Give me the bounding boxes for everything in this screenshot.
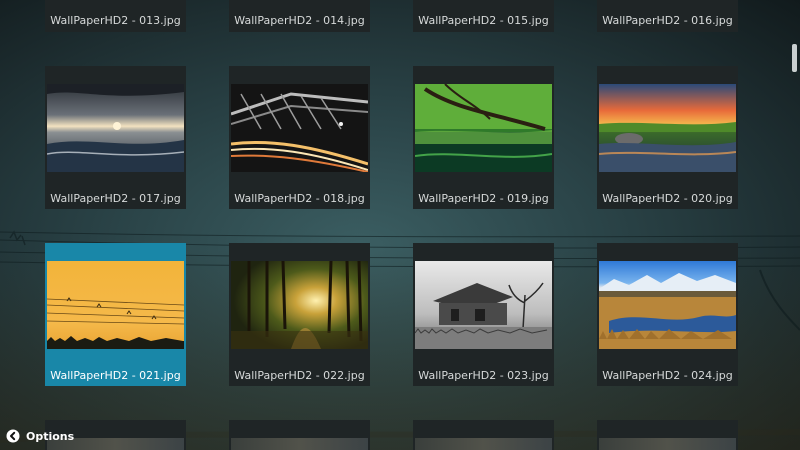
thumbnail-tile-022[interactable]: WallPaperHD2 - 022.jpg bbox=[229, 243, 370, 386]
partial-thumbnail bbox=[415, 438, 552, 450]
file-label: WallPaperHD2 - 021.jpg bbox=[50, 369, 181, 382]
thumbnail-grid: WallPaperHD2 - 013.jpg WallPaperHD2 - 01… bbox=[0, 0, 800, 450]
file-label: WallPaperHD2 - 013.jpg bbox=[50, 14, 181, 27]
file-label: WallPaperHD2 - 017.jpg bbox=[50, 192, 181, 205]
bridge-light-trails-thumbnail bbox=[231, 84, 368, 172]
partial-thumbnail bbox=[231, 438, 368, 450]
options-label: Options bbox=[26, 429, 75, 443]
green-river-thumbnail bbox=[415, 84, 552, 172]
mountain-marsh-thumbnail bbox=[599, 261, 736, 349]
file-label: WallPaperHD2 - 022.jpg bbox=[234, 369, 365, 382]
thumbnail-tile-028-partial[interactable] bbox=[597, 420, 738, 450]
options-button[interactable]: Options bbox=[6, 427, 74, 445]
file-label: WallPaperHD2 - 020.jpg bbox=[602, 192, 733, 205]
thumbnail-tile-013[interactable]: WallPaperHD2 - 013.jpg bbox=[45, 0, 186, 32]
thumbnail-tile-020[interactable]: WallPaperHD2 - 020.jpg bbox=[597, 66, 738, 209]
birds-on-wires-thumbnail bbox=[47, 261, 184, 349]
thumbnail-tile-019[interactable]: WallPaperHD2 - 019.jpg bbox=[413, 66, 554, 209]
file-label: WallPaperHD2 - 023.jpg bbox=[418, 369, 549, 382]
thumbnail-tile-023[interactable]: WallPaperHD2 - 023.jpg bbox=[413, 243, 554, 386]
thumbnail-tile-021-selected[interactable]: WallPaperHD2 - 021.jpg bbox=[45, 243, 186, 386]
thumbnail-tile-027-partial[interactable] bbox=[413, 420, 554, 450]
old-barn-thumbnail bbox=[415, 261, 552, 349]
sunset-pond-thumbnail bbox=[599, 84, 736, 172]
file-label: WallPaperHD2 - 018.jpg bbox=[234, 192, 365, 205]
options-chevron-icon bbox=[6, 429, 20, 443]
partial-thumbnail bbox=[599, 438, 736, 450]
thumbnail-tile-016[interactable]: WallPaperHD2 - 016.jpg bbox=[597, 0, 738, 32]
seascape-sunset-thumbnail bbox=[47, 84, 184, 172]
thumbnail-tile-018[interactable]: WallPaperHD2 - 018.jpg bbox=[229, 66, 370, 209]
file-label: WallPaperHD2 - 024.jpg bbox=[602, 369, 733, 382]
file-label: WallPaperHD2 - 015.jpg bbox=[418, 14, 549, 27]
thumbnail-tile-015[interactable]: WallPaperHD2 - 015.jpg bbox=[413, 0, 554, 32]
thumbnail-tile-017[interactable]: WallPaperHD2 - 017.jpg bbox=[45, 66, 186, 209]
file-label: WallPaperHD2 - 019.jpg bbox=[418, 192, 549, 205]
file-label: WallPaperHD2 - 014.jpg bbox=[234, 14, 365, 27]
scrollbar-thumb[interactable] bbox=[792, 44, 797, 72]
thumbnail-tile-024[interactable]: WallPaperHD2 - 024.jpg bbox=[597, 243, 738, 386]
file-label: WallPaperHD2 - 016.jpg bbox=[602, 14, 733, 27]
sunlit-forest-thumbnail bbox=[231, 261, 368, 349]
thumbnail-tile-026-partial[interactable] bbox=[229, 420, 370, 450]
thumbnail-tile-014[interactable]: WallPaperHD2 - 014.jpg bbox=[229, 0, 370, 32]
